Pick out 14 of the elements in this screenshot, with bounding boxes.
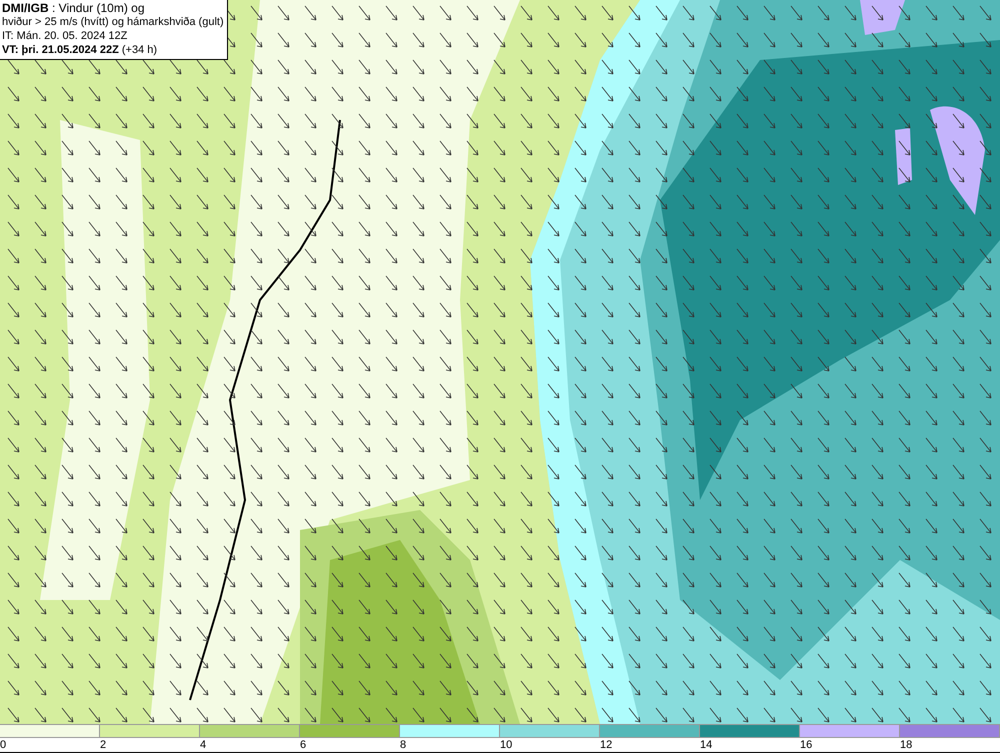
title-line: DMI/IGB : Vindur (10m) og	[2, 1, 146, 15]
legend-label: 8	[400, 739, 406, 751]
legend-label: 4	[200, 739, 206, 751]
legend-label: 2	[100, 739, 106, 751]
legend-label: 10	[500, 739, 512, 751]
title-line: IT: Mán. 20. 05. 2024 12Z	[2, 29, 128, 43]
legend-label: 12	[600, 739, 612, 751]
title-line: hviður > 25 m/s (hvítt) og hámarkshviða (gult)	[2, 15, 224, 29]
legend-label: 0	[0, 739, 6, 751]
legend-label: 14	[700, 739, 712, 751]
legend-label: 6	[300, 739, 306, 751]
legend-label: 18	[900, 739, 912, 751]
legend-label: 16	[800, 739, 812, 751]
title-line: VT: þri. 21.05.2024 22Z (+34 h)	[2, 43, 158, 57]
